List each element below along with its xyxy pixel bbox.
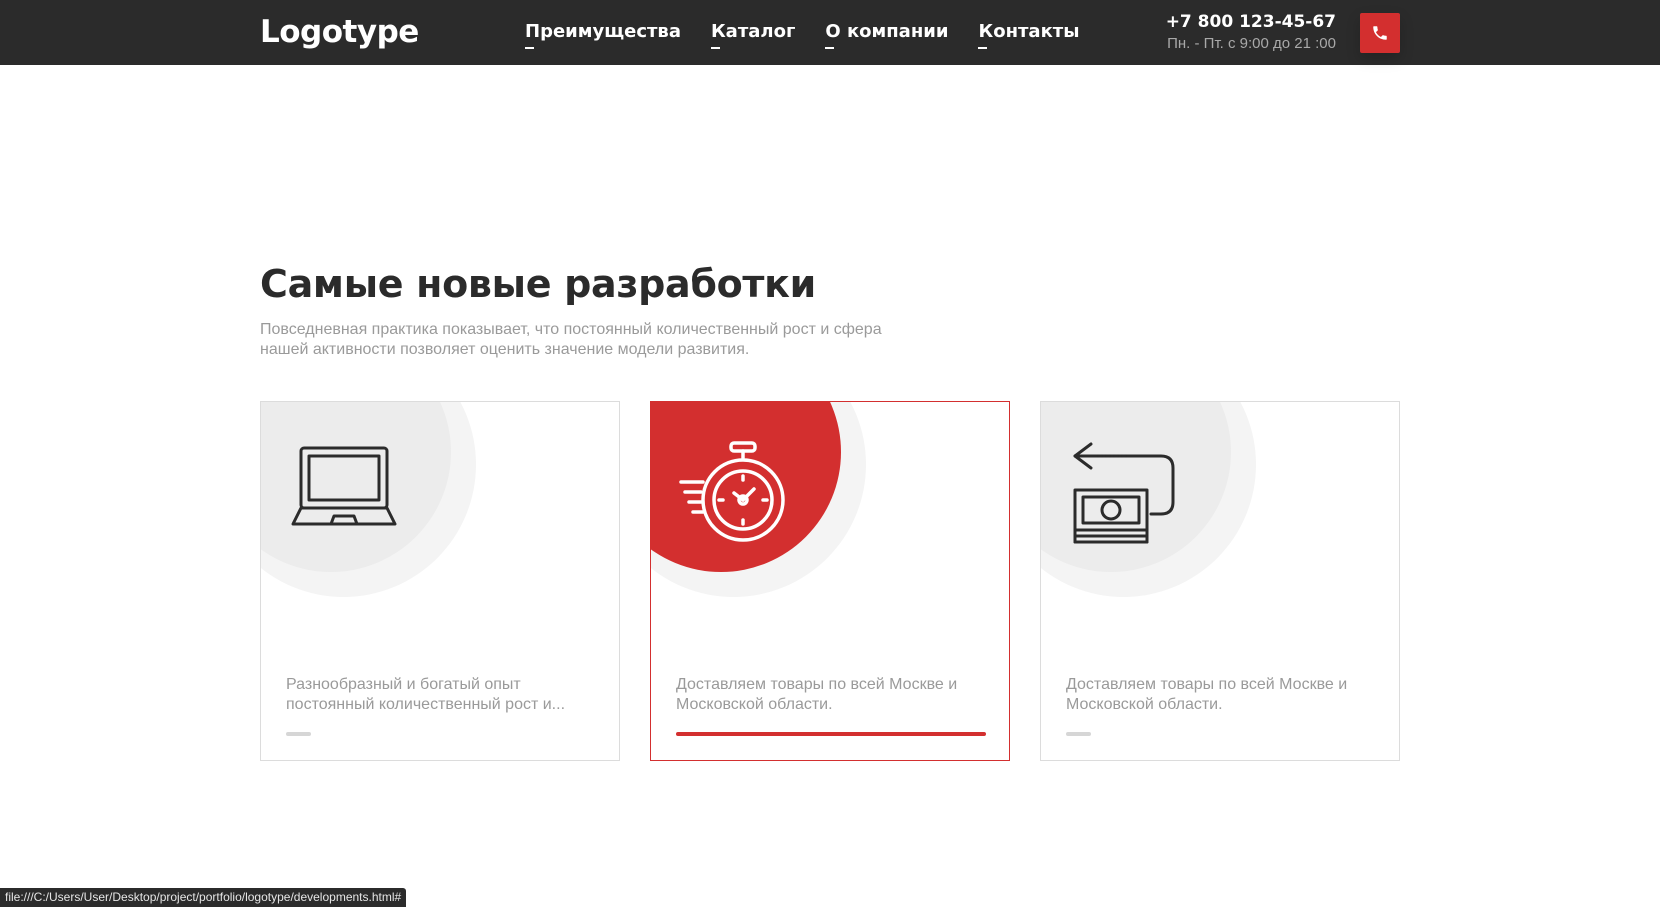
nav-link-contacts[interactable]: Контакты xyxy=(978,21,1080,49)
call-button[interactable] xyxy=(1360,13,1400,53)
card-indicator xyxy=(1066,732,1091,736)
card-text: Разнообразный и богатый опыт постоянный … xyxy=(286,676,566,713)
logo[interactable]: Logotype xyxy=(260,14,419,50)
phone-number[interactable]: +7 800 123-45-67 xyxy=(1166,12,1336,32)
main-nav: Преимущества Каталог О компании Контакты xyxy=(525,21,1110,49)
card-indicator xyxy=(286,732,311,736)
cards-grid: Разнообразный и богатый опыт постоянный … xyxy=(260,401,1400,761)
nav-link-catalog[interactable]: Каталог xyxy=(710,21,795,49)
nav-link-advantages[interactable]: Преимущества xyxy=(525,21,681,49)
card-money[interactable]: Доставляем товары по всей Москве и Моско… xyxy=(1040,401,1400,761)
contact-info: +7 800 123-45-67 Пн. - Пт. с 9:00 до 21 … xyxy=(1166,12,1336,52)
card-stopwatch[interactable]: Доставляем товары по всей Москве и Моско… xyxy=(650,401,1010,761)
section-title: Самые новые разработки xyxy=(260,262,816,306)
stopwatch-icon xyxy=(679,441,785,542)
card-text: Доставляем товары по всей Москве и Моско… xyxy=(676,676,958,713)
nav-link-about[interactable]: О компании xyxy=(825,21,948,49)
card-text: Доставляем товары по всей Москве и Моско… xyxy=(1066,676,1348,713)
browser-status-bar: file:///C:/Users/User/Desktop/project/po… xyxy=(0,888,407,907)
working-hours: Пн. - Пт. с 9:00 до 21 :00 xyxy=(1167,35,1336,52)
laptop-icon xyxy=(291,446,397,526)
card-indicator xyxy=(676,732,986,736)
card-laptop[interactable]: Разнообразный и богатый опыт постоянный … xyxy=(260,401,620,761)
phone-icon xyxy=(1373,26,1387,40)
site-header: Logotype Преимущества Каталог О компании… xyxy=(0,0,1660,65)
money-return-icon xyxy=(1073,442,1175,544)
section-description: Повседневная практика показывает, что по… xyxy=(260,321,882,358)
developments-section: Самые новые разработки Повседневная прак… xyxy=(260,262,1400,360)
